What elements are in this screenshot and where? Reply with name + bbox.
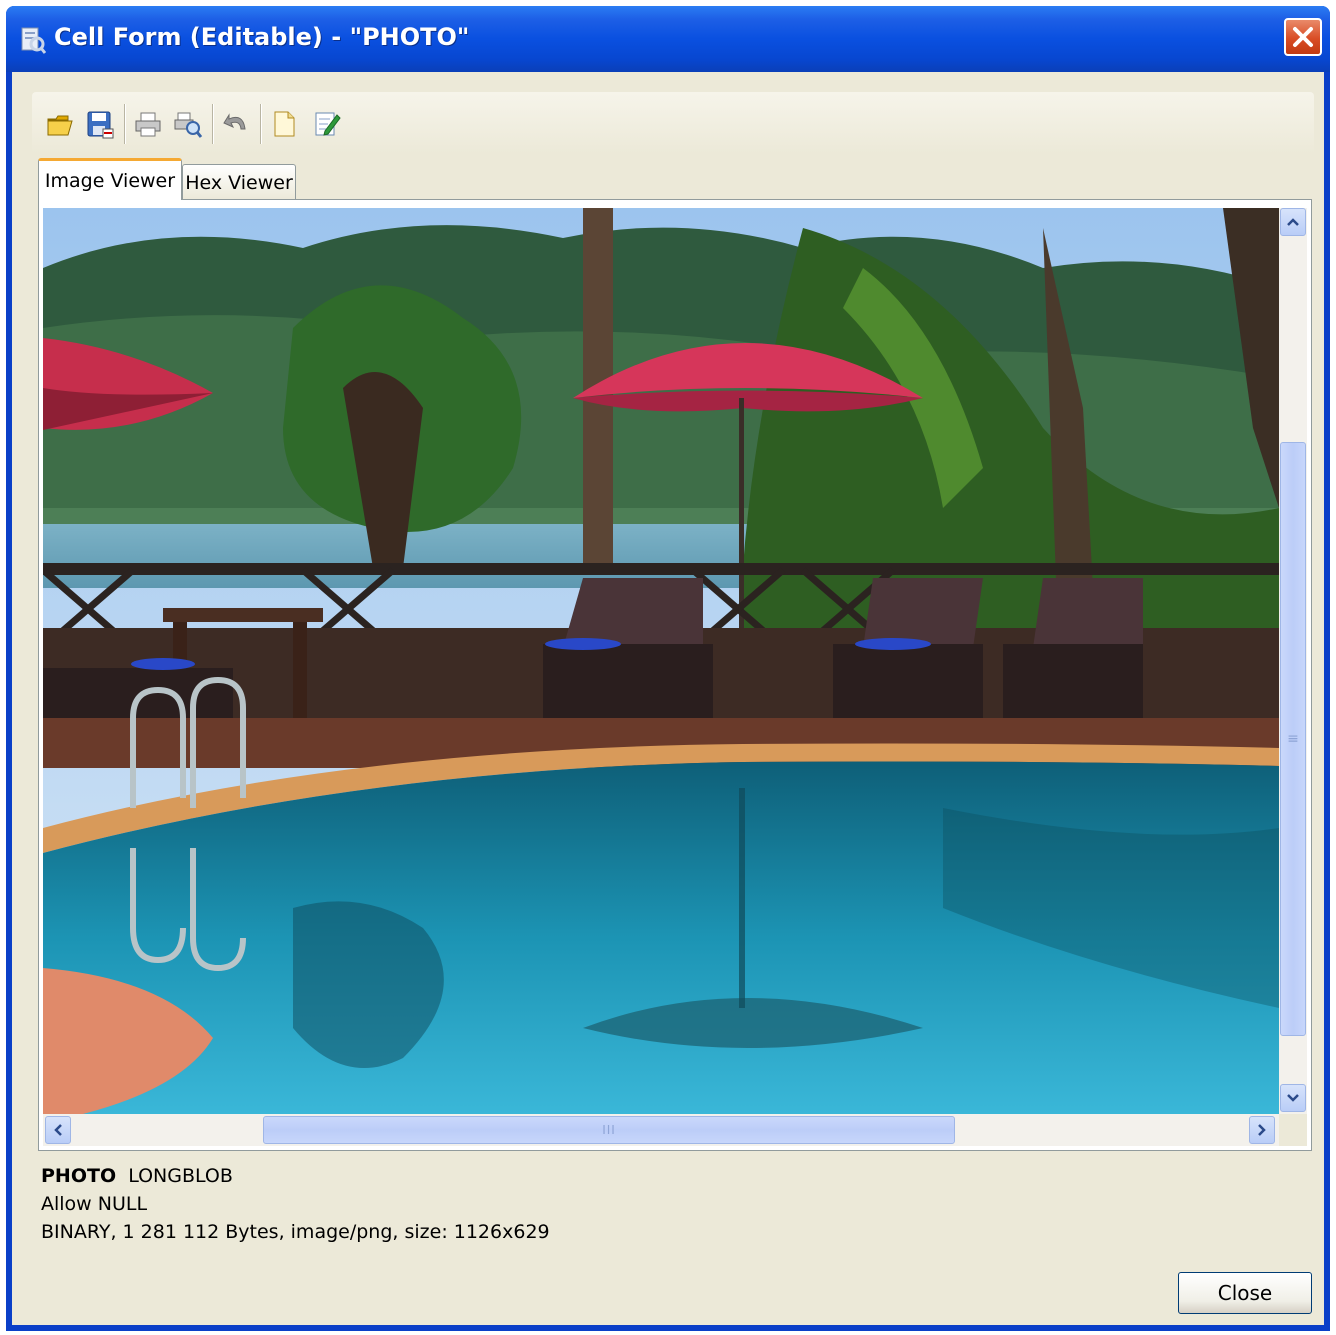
image-view — [43, 208, 1279, 1114]
scroll-down-button[interactable] — [1280, 1084, 1306, 1112]
open-folder-icon[interactable] — [42, 106, 78, 142]
edit-document-icon[interactable] — [308, 106, 344, 142]
field-details: BINARY, 1 281 112 Bytes, image/png, size… — [41, 1221, 550, 1243]
scroll-right-button[interactable] — [1249, 1116, 1275, 1144]
vertical-scrollbar[interactable]: ≡ — [1279, 208, 1307, 1114]
print-preview-icon[interactable] — [170, 106, 206, 142]
tab-image-viewer[interactable]: Image Viewer — [38, 158, 182, 200]
close-button[interactable]: Close — [1178, 1272, 1312, 1314]
field-name: PHOTO — [41, 1165, 117, 1187]
chevron-down-icon — [1287, 1094, 1299, 1102]
scroll-left-button[interactable] — [45, 1116, 71, 1144]
photo-image — [43, 208, 1279, 1114]
app-icon — [20, 26, 47, 54]
scrollbar-corner — [1279, 1114, 1307, 1146]
scroll-up-button[interactable] — [1280, 208, 1306, 236]
toolbar-separator — [260, 104, 262, 144]
vertical-scroll-thumb[interactable]: ≡ — [1280, 442, 1306, 1036]
chevron-up-icon — [1287, 218, 1299, 226]
field-nullability: Allow NULL — [41, 1193, 148, 1215]
new-document-icon[interactable] — [266, 106, 302, 142]
title-bar[interactable]: Cell Form (Editable) - "PHOTO" — [6, 6, 1330, 72]
cell-form-window: Cell Form (Editable) - "PHOTO" Image Vie… — [6, 6, 1330, 1331]
toolbar-separator — [124, 104, 126, 144]
client-area: Image Viewer Hex Viewer ≡ III PHOTO LONG… — [12, 72, 1324, 1325]
toolbar-separator — [212, 104, 214, 144]
toolbar — [32, 92, 1314, 154]
image-viewer-panel: ≡ III — [38, 199, 1312, 1151]
horizontal-scrollbar[interactable]: III — [43, 1114, 1279, 1146]
horizontal-scroll-thumb[interactable]: III — [263, 1116, 955, 1144]
tab-hex-viewer[interactable]: Hex Viewer — [182, 164, 296, 200]
field-info: PHOTO LONGBLOB Allow NULL BINARY, 1 281 … — [41, 1162, 550, 1246]
window-title: Cell Form (Editable) - "PHOTO" — [54, 23, 470, 51]
chevron-right-icon — [1258, 1124, 1266, 1136]
chevron-left-icon — [54, 1124, 62, 1136]
print-icon[interactable] — [130, 106, 166, 142]
close-icon — [1293, 27, 1313, 47]
field-type: LONGBLOB — [128, 1165, 233, 1187]
horizontal-grip: III — [602, 1123, 616, 1137]
undo-icon[interactable] — [218, 106, 254, 142]
close-window-button[interactable] — [1284, 18, 1322, 56]
save-icon[interactable] — [82, 106, 118, 142]
field-header: PHOTO LONGBLOB — [41, 1162, 550, 1190]
vertical-grip: ≡ — [1287, 731, 1299, 747]
